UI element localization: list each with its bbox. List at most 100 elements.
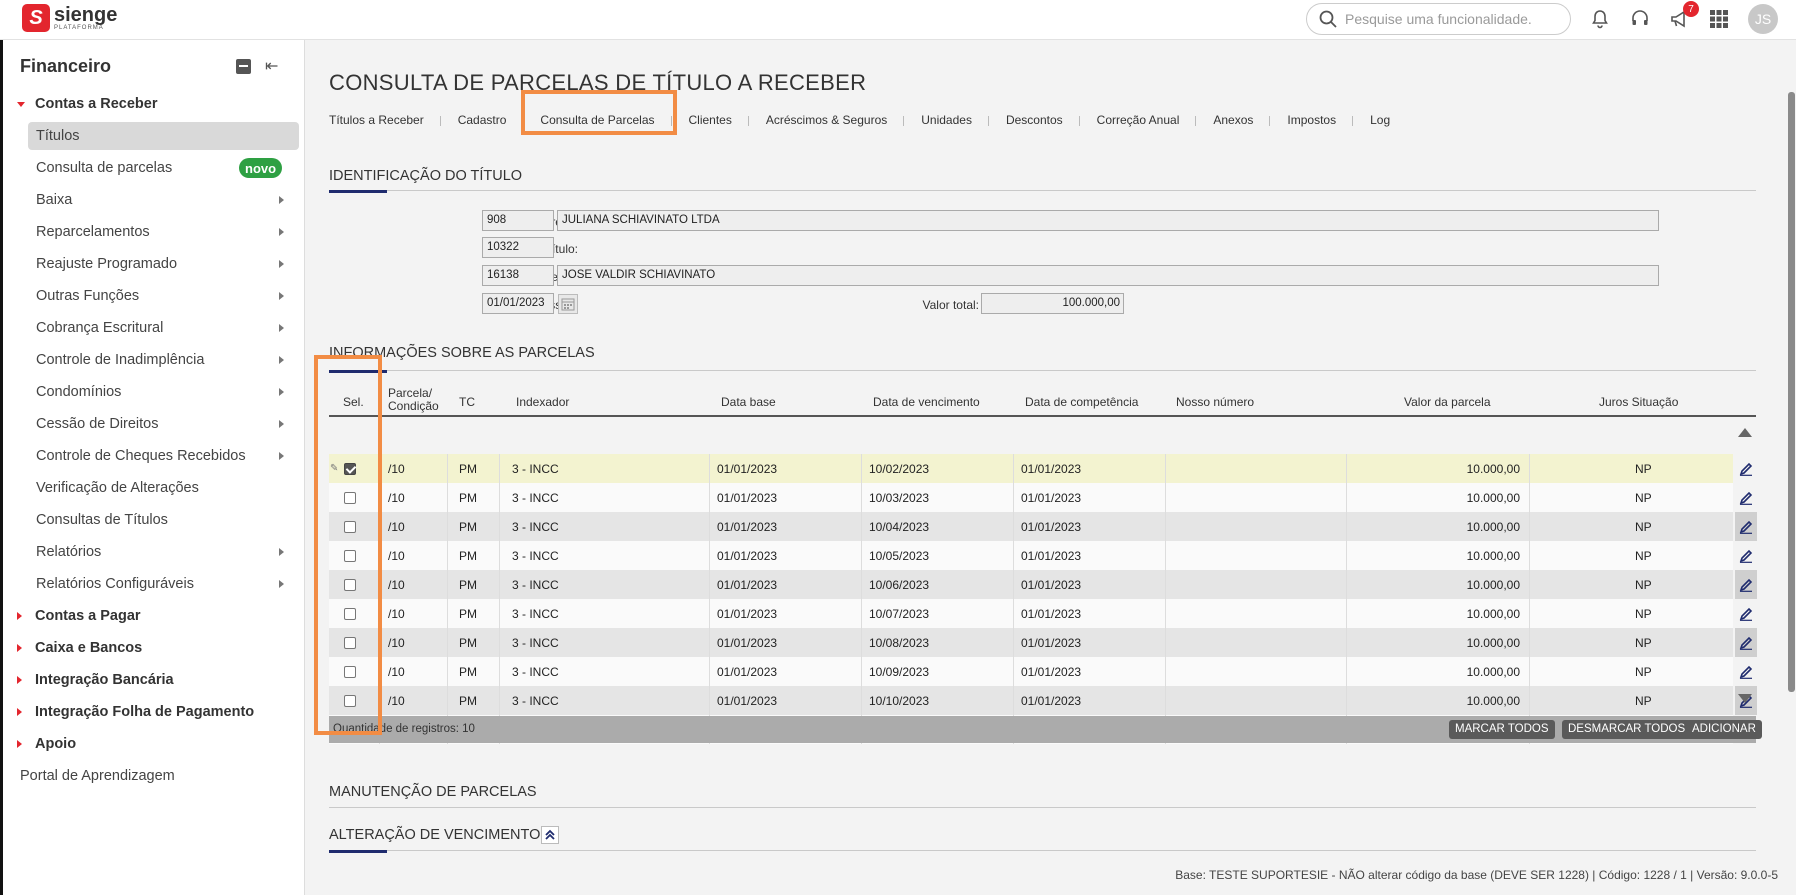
row-select-checkbox[interactable] bbox=[344, 695, 356, 707]
item-label: Consultas de Títulos bbox=[36, 512, 168, 528]
sidebar-item-reparcelamentos[interactable]: Reparcelamentos bbox=[3, 218, 303, 246]
column-separator bbox=[709, 599, 710, 628]
row-select-checkbox[interactable] bbox=[344, 579, 356, 591]
emissao-field[interactable]: 01/01/2023 bbox=[482, 293, 554, 314]
sidebar-item-relatorios-config[interactable]: Relatórios Configuráveis bbox=[3, 570, 303, 598]
table-row[interactable]: /10 PM 3 - INCC 01/01/2023 10/09/2023 01/01/2… bbox=[329, 657, 1753, 686]
tab-descontos[interactable]: Descontos bbox=[989, 112, 1080, 128]
column-separator bbox=[1346, 628, 1347, 657]
tab-impostos[interactable]: Impostos bbox=[1270, 112, 1353, 128]
sidebar-item-cobranca[interactable]: Cobrança Escritural bbox=[3, 314, 303, 342]
row-select-checkbox[interactable] bbox=[344, 637, 356, 649]
cell-indexador: 3 - INCC bbox=[512, 491, 559, 505]
calendar-icon[interactable] bbox=[558, 294, 578, 314]
user-avatar[interactable]: JS bbox=[1748, 4, 1778, 34]
tab-acrescimos[interactable]: Acréscimos & Seguros bbox=[749, 112, 905, 128]
apps-grid-icon[interactable] bbox=[1708, 8, 1730, 30]
sienge-logo[interactable]: S sienge PLATAFORMA bbox=[22, 4, 117, 32]
edit-pencil-icon[interactable] bbox=[1735, 454, 1757, 483]
sidebar-item-relatorios[interactable]: Relatórios bbox=[3, 538, 303, 566]
grid-scroll-up-icon[interactable] bbox=[1738, 428, 1752, 437]
tab-unidades[interactable]: Unidades bbox=[904, 112, 989, 128]
tab-consulta-parcelas[interactable]: Consulta de Parcelas bbox=[523, 112, 672, 128]
row-select-checkbox[interactable] bbox=[344, 521, 356, 533]
row-select-checkbox[interactable] bbox=[344, 550, 356, 562]
section-label: Integração Folha de Pagamento bbox=[35, 704, 255, 720]
sidebar-item-condominios[interactable]: Condomínios bbox=[3, 378, 303, 406]
sidebar-section-contas-pagar[interactable]: Contas a Pagar bbox=[3, 602, 303, 630]
collapse-all-icon[interactable] bbox=[236, 59, 251, 74]
cliente-name-field[interactable]: JOSE VALDIR SCHIAVINATO bbox=[557, 265, 1659, 286]
tab-anexos[interactable]: Anexos bbox=[1196, 112, 1271, 128]
empresa-name-field[interactable]: JULIANA SCHIAVINATO LTDA bbox=[557, 210, 1659, 231]
sidebar-item-consulta-parcelas[interactable]: Consulta de parcelas novo bbox=[3, 154, 303, 182]
sidebar-item-cheques[interactable]: Controle de Cheques Recebidos bbox=[3, 442, 303, 470]
tab-log[interactable]: Log bbox=[1353, 112, 1407, 128]
sidebar-item-baixa[interactable]: Baixa bbox=[3, 186, 303, 214]
table-row[interactable]: /10 PM 3 - INCC 01/01/2023 10/04/2023 01/01/2… bbox=[329, 512, 1757, 541]
column-separator bbox=[1013, 657, 1014, 686]
sidebar-section-integracao-bancaria[interactable]: Integração Bancária bbox=[3, 666, 303, 694]
edit-pencil-icon[interactable] bbox=[1735, 628, 1757, 657]
table-row[interactable]: /10 PM 3 - INCC 01/01/2023 10/05/2023 01/01/2… bbox=[329, 541, 1753, 570]
sidebar-item-outras-funcoes[interactable]: Outras Funções bbox=[3, 282, 303, 310]
tab-titulos-receber[interactable]: Títulos a Receber bbox=[329, 112, 441, 128]
valor-total-field[interactable]: 100.000,00 bbox=[981, 293, 1124, 314]
sidebar-item-inadimplencia[interactable]: Controle de Inadimplência bbox=[3, 346, 303, 374]
logo-name: sienge bbox=[54, 4, 118, 26]
collapse-up-icon[interactable] bbox=[541, 826, 559, 844]
chevron-right-icon bbox=[279, 196, 284, 204]
row-select-checkbox[interactable] bbox=[344, 463, 356, 475]
edit-pencil-icon[interactable] bbox=[1735, 483, 1757, 512]
edit-pencil-icon[interactable] bbox=[1735, 657, 1757, 686]
sidebar-item-titulos[interactable]: Títulos bbox=[28, 122, 299, 150]
sidebar-item-consultas-titulos[interactable]: Consultas de Títulos bbox=[3, 506, 303, 534]
column-separator bbox=[1013, 483, 1014, 512]
table-row[interactable]: /10 PM 3 - INCC 01/01/2023 10/06/2023 01/01/2… bbox=[329, 570, 1757, 599]
column-separator bbox=[379, 599, 380, 628]
caret-right-icon bbox=[17, 676, 22, 684]
search-input[interactable]: Pesquise uma funcionalidade. bbox=[1306, 3, 1571, 35]
page-scrollbar-thumb[interactable] bbox=[1788, 92, 1795, 692]
sidebar-section-apoio[interactable]: Apoio bbox=[3, 730, 303, 758]
tab-cadastro[interactable]: Cadastro bbox=[441, 112, 524, 128]
row-select-checkbox[interactable] bbox=[344, 608, 356, 620]
tab-clientes[interactable]: Clientes bbox=[672, 112, 750, 128]
sidebar-section-contas-receber[interactable]: Contas a Receber bbox=[3, 90, 303, 118]
edit-pencil-icon[interactable] bbox=[1735, 599, 1757, 628]
table-row[interactable]: /10 PM 3 - INCC 01/01/2023 10/07/2023 01/01/2… bbox=[329, 599, 1753, 628]
col-vencimento: Data de vencimento bbox=[873, 395, 980, 409]
empresa-code-field[interactable]: 908 bbox=[482, 210, 554, 231]
col-sel: Sel. bbox=[343, 395, 364, 409]
col-valor: Valor da parcela bbox=[1404, 395, 1491, 409]
table-row[interactable]: /10 PM 3 - INCC 01/01/2023 10/02/2023 01/01/2… bbox=[329, 454, 1753, 483]
table-row[interactable]: /10 PM 3 - INCC 01/01/2023 10/10/2023 01/01/2… bbox=[329, 686, 1757, 715]
cell-parcela: /10 bbox=[388, 491, 405, 505]
section-label: Caixa e Bancos bbox=[35, 640, 143, 656]
cell-vencimento: 10/06/2023 bbox=[869, 578, 930, 592]
edit-pencil-icon[interactable] bbox=[1735, 541, 1757, 570]
sidebar-item-portal[interactable]: Portal de Aprendizagem bbox=[3, 762, 303, 790]
sidebar-item-cessao[interactable]: Cessão de Direitos bbox=[3, 410, 303, 438]
desmarcar-todos-button[interactable]: DESMARCAR TODOS bbox=[1562, 720, 1692, 739]
sidebar-item-reajuste[interactable]: Reajuste Programado bbox=[3, 250, 303, 278]
row-select-checkbox[interactable] bbox=[344, 666, 356, 678]
edit-pencil-icon[interactable] bbox=[1735, 570, 1757, 599]
sidebar-section-integracao-folha[interactable]: Integração Folha de Pagamento bbox=[3, 698, 303, 726]
adicionar-button[interactable]: ADICIONAR bbox=[1686, 720, 1762, 739]
headset-icon[interactable] bbox=[1629, 8, 1651, 30]
column-separator bbox=[1013, 512, 1014, 541]
row-select-checkbox[interactable] bbox=[344, 492, 356, 504]
marcar-todos-button[interactable]: MARCAR TODOS bbox=[1449, 720, 1555, 739]
bell-icon[interactable] bbox=[1589, 8, 1611, 30]
sidebar-section-caixa-bancos[interactable]: Caixa e Bancos bbox=[3, 634, 303, 662]
titulo-field[interactable]: 10322 bbox=[482, 237, 554, 258]
cliente-code-field[interactable]: 16138 bbox=[482, 265, 554, 286]
edit-pencil-icon[interactable] bbox=[1735, 512, 1757, 541]
table-row[interactable]: /10 PM 3 - INCC 01/01/2023 10/03/2023 01/01/2… bbox=[329, 483, 1753, 512]
tab-correcao[interactable]: Correção Anual bbox=[1080, 112, 1197, 128]
grid-scroll-down-icon[interactable] bbox=[1738, 694, 1752, 703]
sidebar-item-verificacao[interactable]: Verificação de Alterações bbox=[3, 474, 303, 502]
table-row[interactable]: /10 PM 3 - INCC 01/01/2023 10/08/2023 01/01/2… bbox=[329, 628, 1757, 657]
close-sidebar-icon[interactable]: ⇤ bbox=[265, 56, 278, 76]
